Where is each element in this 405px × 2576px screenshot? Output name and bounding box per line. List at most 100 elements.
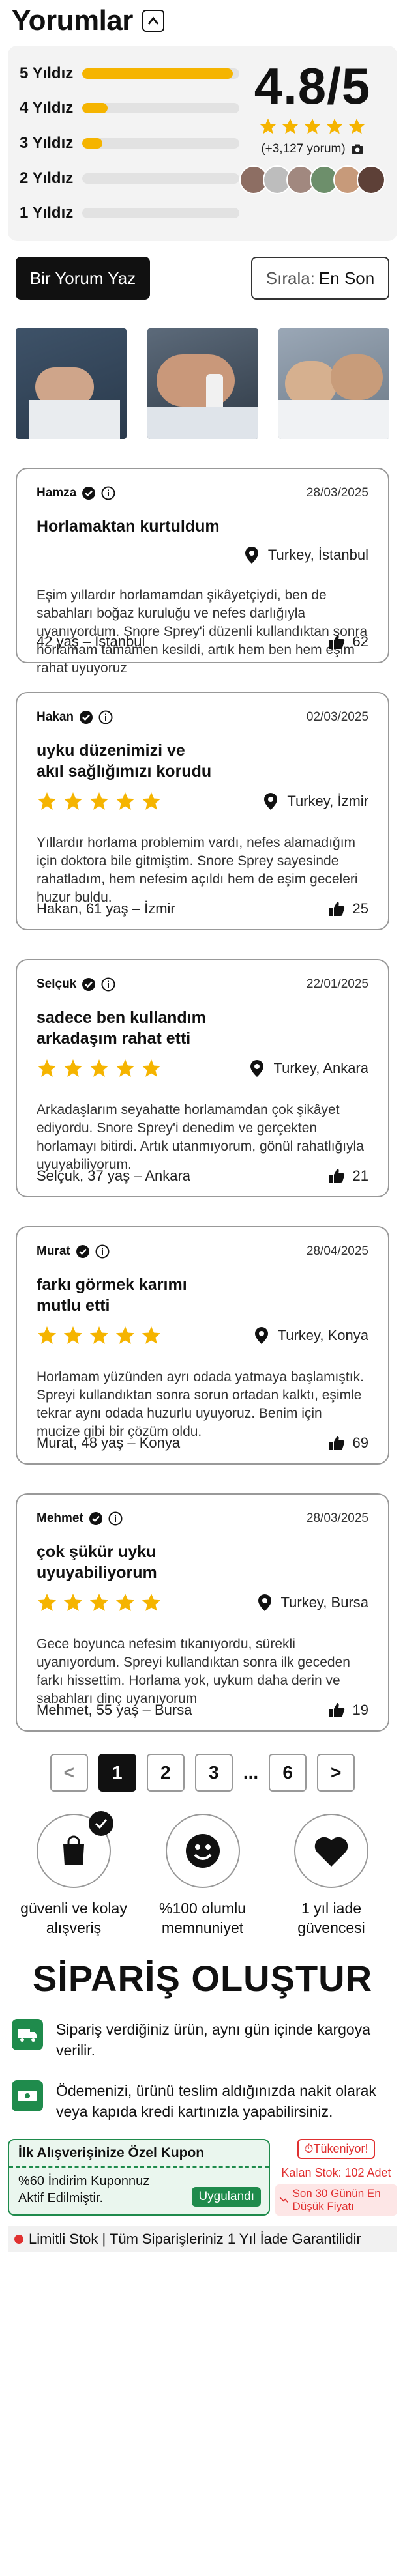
rating-score-box: 4.8/5 (+3,127 yorum) bbox=[239, 56, 385, 231]
payment-info-text: Ödemenizi, ürünü teslim aldığınızda naki… bbox=[56, 2082, 376, 2120]
review-location: Turkey, Ankara bbox=[250, 1059, 368, 1078]
rating-bar-track bbox=[82, 173, 239, 184]
coupon-card: İlk Alışverişinize Özel Kupon %60 İndiri… bbox=[8, 2139, 270, 2216]
review-footer: Hakan, 61 yaş – İzmir 25 bbox=[37, 900, 368, 917]
reviewer-name: Selçuk bbox=[37, 977, 77, 991]
star-icon bbox=[142, 1059, 161, 1077]
like-button[interactable]: 19 bbox=[328, 1702, 368, 1719]
review-meta: Turkey, İzmir bbox=[37, 791, 368, 812]
reviewer: Hamza bbox=[37, 486, 115, 500]
star-icon bbox=[282, 118, 299, 134]
shopping-bag-check-icon bbox=[63, 1835, 84, 1865]
star-icon bbox=[63, 792, 83, 810]
rating-bar-fill bbox=[82, 137, 103, 149]
shipping-info-text: Sipariş verdiğiniz ürün, aynı gün içinde… bbox=[56, 2021, 370, 2059]
review-list: Hamza 28/03/2025 Horlamaktan kurtuldum Turk… bbox=[8, 468, 397, 1732]
star-icon bbox=[304, 118, 321, 134]
info-icon[interactable] bbox=[101, 977, 115, 992]
write-review-button[interactable]: Bir Yorum Yaz bbox=[16, 257, 150, 300]
review-author-info: 42 yaş – İstanbul bbox=[37, 633, 145, 650]
review-header: Selçuk 22/01/2025 bbox=[37, 977, 368, 992]
pagination: < 1 2 3 ... 6 > bbox=[8, 1754, 397, 1792]
rating-bar-label: 4 Yıldız bbox=[20, 99, 74, 117]
star-icon bbox=[89, 1326, 109, 1344]
page-3[interactable]: 3 bbox=[194, 1754, 233, 1792]
review-location-text: Turkey, Konya bbox=[277, 1327, 368, 1343]
review-author-info: Selçuk, 37 yaş – Ankara bbox=[37, 1167, 191, 1184]
review-stars bbox=[37, 1592, 162, 1613]
reviewer: Selçuk bbox=[37, 977, 115, 992]
rating-bar-row[interactable]: 2 Yıldız bbox=[20, 165, 239, 192]
review-photo[interactable] bbox=[278, 328, 389, 439]
star-icon bbox=[142, 1594, 161, 1611]
like-button[interactable]: 25 bbox=[328, 900, 368, 917]
stock-ticker: Limitli Stok | Tüm Siparişleriniz 1 Yıl … bbox=[8, 2226, 397, 2252]
review-location: Turkey, İzmir bbox=[263, 792, 368, 810]
page-6[interactable]: 6 bbox=[269, 1754, 307, 1792]
rating-bar-row[interactable]: 5 Yıldız bbox=[20, 61, 239, 87]
camera-icon bbox=[351, 144, 363, 154]
rating-bar-track bbox=[82, 103, 239, 114]
collapse-button[interactable] bbox=[142, 10, 164, 32]
review-actions: Bir Yorum Yaz Sırala: En Son bbox=[8, 257, 397, 300]
review-title: çok şükür uyku uyuyabiliyorum bbox=[37, 1543, 157, 1582]
star-icon bbox=[63, 1059, 83, 1077]
review-stars bbox=[37, 1325, 162, 1346]
review-body: Eşim yıllardır horlamamdan şikâyetçiydi,… bbox=[37, 588, 368, 676]
thumbs-up-icon bbox=[328, 1436, 344, 1450]
review-date: 28/03/2025 bbox=[306, 486, 368, 500]
rating-summary: 5 Yıldız 4 Yıldız 3 Yıldız 2 Yıldız 1 Yıldız… bbox=[8, 46, 397, 241]
review-footer: Mehmet, 55 yaş – Bursa 19 bbox=[37, 1702, 368, 1719]
star-icon bbox=[115, 1059, 135, 1077]
verified-check-icon bbox=[76, 1245, 89, 1258]
star-icon bbox=[115, 1326, 135, 1344]
review-footer: Murat, 48 yaş – Konya 69 bbox=[37, 1435, 368, 1452]
review-location-text: Turkey, İzmir bbox=[287, 793, 368, 809]
review-location: Turkey, Bursa bbox=[258, 1594, 368, 1612]
info-icon[interactable] bbox=[98, 710, 113, 724]
truck-icon bbox=[12, 2019, 43, 2050]
reviews-header: Yorumlar bbox=[8, 0, 397, 42]
review-card: Murat 28/04/2025 farkı görmek karımı mutlu… bbox=[16, 1226, 389, 1465]
next-page-button[interactable]: > bbox=[317, 1754, 355, 1792]
review-photos bbox=[8, 328, 397, 439]
rating-bar-row[interactable]: 1 Yıldız bbox=[20, 200, 239, 226]
review-photo[interactable] bbox=[147, 328, 258, 439]
info-icon[interactable] bbox=[108, 1511, 123, 1526]
review-footer: 42 yaş – İstanbul 62 bbox=[37, 633, 368, 650]
review-photo[interactable] bbox=[16, 328, 127, 439]
info-icon[interactable] bbox=[95, 1244, 110, 1259]
star-icon bbox=[115, 1594, 135, 1611]
like-button[interactable]: 62 bbox=[328, 633, 368, 650]
review-stars bbox=[37, 791, 162, 812]
review-meta: Turkey, İstanbul bbox=[37, 546, 368, 564]
avatar bbox=[357, 165, 385, 194]
review-title: farkı görmek karımı mutlu etti bbox=[37, 1276, 187, 1315]
like-count: 21 bbox=[352, 1167, 368, 1184]
check-badge bbox=[89, 1811, 113, 1836]
review-title: sadece ben kullandım arkadaşım rahat ett… bbox=[37, 1009, 206, 1048]
rating-bar-row[interactable]: 4 Yıldız bbox=[20, 95, 239, 121]
reviewer: Mehmet bbox=[37, 1511, 123, 1526]
page-1[interactable]: 1 bbox=[98, 1754, 136, 1792]
review-location-text: Turkey, Bursa bbox=[280, 1594, 368, 1610]
like-count: 69 bbox=[352, 1435, 368, 1451]
badge-text: %100 olumlu memnuniyet bbox=[159, 1900, 246, 1936]
rating-bar-row[interactable]: 3 Yıldız bbox=[20, 130, 239, 156]
reviewer: Hakan bbox=[37, 710, 113, 724]
page-2[interactable]: 2 bbox=[146, 1754, 185, 1792]
coupon-text: %60 İndirim Kuponnuz Aktif Edilmiştir. bbox=[18, 2174, 150, 2205]
review-meta: Turkey, Konya bbox=[37, 1325, 368, 1346]
like-button[interactable]: 69 bbox=[328, 1435, 368, 1452]
like-count: 62 bbox=[352, 633, 368, 650]
info-icon[interactable] bbox=[101, 486, 115, 500]
star-icon bbox=[115, 792, 135, 810]
like-button[interactable]: 21 bbox=[328, 1167, 368, 1184]
page: Yorumlar 5 Yıldız 4 Yıldız 3 Yıldız 2 Yıldı… bbox=[0, 0, 405, 2252]
prev-page-button[interactable]: < bbox=[50, 1754, 88, 1792]
star-icon bbox=[37, 792, 57, 810]
coupon-box: İlk Alışverişinize Özel Kupon %60 İndiri… bbox=[8, 2139, 397, 2216]
review-meta: Turkey, Ankara bbox=[37, 1058, 368, 1079]
sort-select[interactable]: Sırala: En Son bbox=[251, 257, 389, 300]
reviewer-name: Hamza bbox=[37, 486, 77, 500]
